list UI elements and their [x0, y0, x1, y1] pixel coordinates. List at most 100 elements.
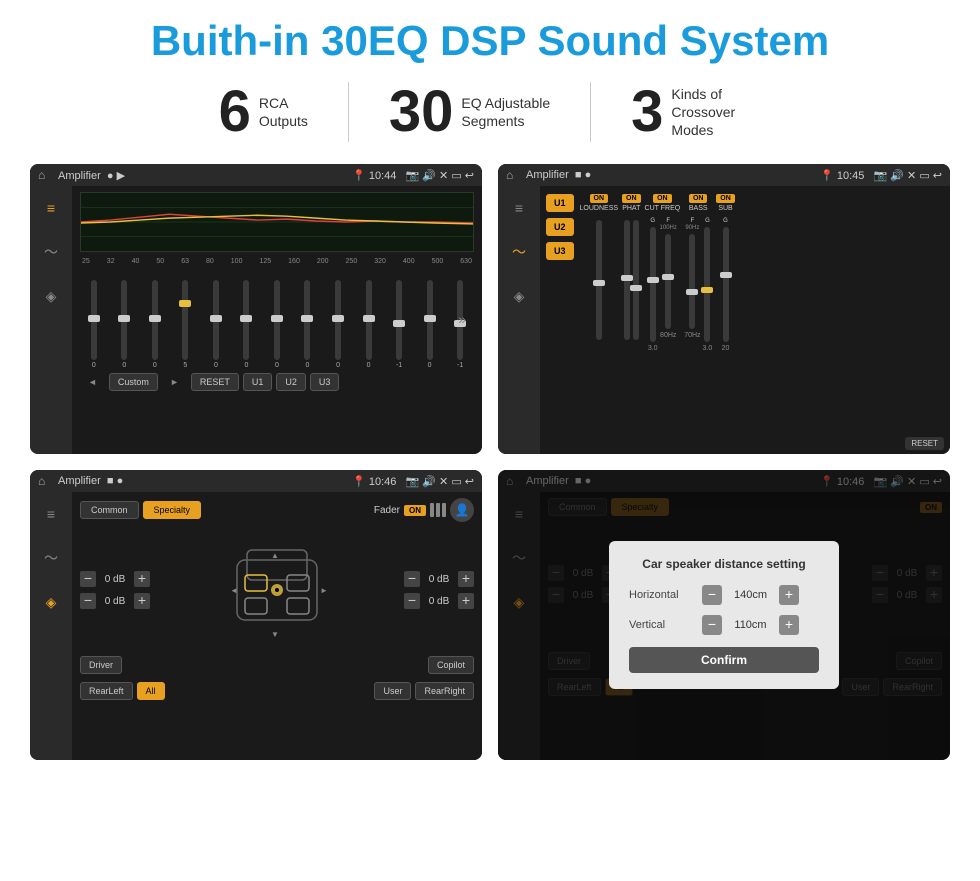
fader-db-control-1: − 0 dB +	[80, 571, 150, 587]
fader-plus-4[interactable]: +	[458, 593, 474, 609]
eq-custom-btn[interactable]: Custom	[109, 373, 158, 391]
amp-bass-label: BASS	[689, 205, 708, 212]
dialog-vertical-value: 110cm	[728, 619, 773, 631]
eq-u2-btn[interactable]: U2	[276, 373, 306, 391]
fader-main-area: Common Specialty Fader ON 👤	[72, 492, 482, 760]
eq-next-btn[interactable]: ►	[162, 374, 187, 390]
amp-u-buttons: U1 U2 U3	[546, 190, 574, 450]
stat-number-eq: 30	[389, 83, 454, 141]
dialog-vertical-row: Vertical − 110cm +	[629, 615, 819, 635]
eq-prev-btn[interactable]: ◄	[80, 374, 105, 390]
amp-reset-btn[interactable]: RESET	[905, 437, 944, 450]
amp-sidebar-wave[interactable]: 〜	[505, 238, 533, 266]
fader-user-btn[interactable]: User	[374, 682, 411, 700]
home-icon: ⌂	[38, 168, 52, 182]
fader-tab-row: Common Specialty Fader ON 👤	[80, 498, 474, 522]
eq-slider-11: 0	[416, 280, 444, 369]
fader-on-badge[interactable]: ON	[404, 505, 426, 516]
dialog-horizontal-plus[interactable]: +	[779, 585, 799, 605]
dialog-horizontal-minus[interactable]: −	[702, 585, 722, 605]
confirm-button[interactable]: Confirm	[629, 647, 819, 673]
page-wrapper: Buith-in 30EQ DSP Sound System 6 RCAOutp…	[0, 0, 980, 770]
eq-slider-5: 0	[233, 280, 261, 369]
fader-plus-3[interactable]: +	[458, 571, 474, 587]
amp-loudness-col: ON LOUDNESS	[580, 194, 619, 342]
eq-slider-2: 0	[141, 280, 169, 369]
amp-sidebar-speaker[interactable]: ◈	[505, 282, 533, 310]
eq-u3-btn[interactable]: U3	[310, 373, 340, 391]
amp-screen-card: ⌂ Amplifier ■ ● 📍 10:45 📷 🔊 ✕ ▭ ↩ ≡ 〜 ◈ …	[498, 164, 950, 454]
amp-phat-on[interactable]: ON	[622, 194, 641, 203]
fader-bottom-buttons: Driver Copilot	[80, 656, 474, 674]
stat-number-crossover: 3	[631, 83, 663, 141]
stat-eq: 30 EQ AdjustableSegments	[349, 83, 590, 141]
eq-sidebar-wave[interactable]: 〜	[37, 238, 65, 266]
fader-right-controls: − 0 dB + − 0 dB +	[404, 571, 474, 609]
amp-left-sidebar: ≡ 〜 ◈	[498, 186, 540, 454]
fader-sidebar-wave[interactable]: 〜	[37, 544, 65, 572]
dialog-vertical-minus[interactable]: −	[702, 615, 722, 635]
fader-db-control-2: − 0 dB +	[80, 593, 150, 609]
fader-common-tab[interactable]: Common	[80, 501, 139, 519]
dialog-horizontal-value: 140cm	[728, 589, 773, 601]
fader-home-icon: ⌂	[38, 474, 52, 488]
eq-reset-btn[interactable]: RESET	[191, 373, 239, 391]
eq-freq-labels: 253240 506380 100125160 200250320 400500…	[80, 258, 474, 265]
stat-rca: 6 RCAOutputs	[179, 83, 348, 141]
dialog-vertical-plus[interactable]: +	[779, 615, 799, 635]
fader-copilot-btn[interactable]: Copilot	[428, 656, 474, 674]
fader-specialty-tab[interactable]: Specialty	[143, 501, 202, 519]
eq-sidebar-equalizer[interactable]: ≡	[37, 194, 65, 222]
dialog-horizontal-row: Horizontal − 140cm +	[629, 585, 819, 605]
amp-cutfreq-col: ON CUT FREQ G 3.0 F	[645, 194, 681, 352]
fader-minus-2[interactable]: −	[80, 593, 96, 609]
svg-text:▲: ▲	[271, 551, 279, 560]
eq-u1-btn[interactable]: U1	[243, 373, 273, 391]
main-title: Buith-in 30EQ DSP Sound System	[30, 18, 950, 64]
amp-loudness-on[interactable]: ON	[590, 194, 609, 203]
eq-slider-8: 0	[324, 280, 352, 369]
eq-slider-9: 0	[355, 280, 383, 369]
amp-sidebar-equalizer[interactable]: ≡	[505, 194, 533, 222]
fader-plus-1[interactable]: +	[134, 571, 150, 587]
fader-settings-icon[interactable]: 👤	[450, 498, 474, 522]
svg-text:►: ►	[320, 586, 328, 595]
amp-sub-on[interactable]: ON	[716, 194, 735, 203]
dialog-title: Car speaker distance setting	[629, 557, 819, 571]
stat-crossover: 3 Kinds ofCrossover Modes	[591, 83, 801, 141]
fader-screen-content: ≡ 〜 ◈ Common Specialty Fader ON	[30, 492, 482, 760]
fader-status-bar: ⌂ Amplifier ■ ● 📍 10:46 📷 🔊 ✕ ▭ ↩	[30, 470, 482, 492]
fader-rearright-btn[interactable]: RearRight	[415, 682, 474, 700]
fader-db-value-1: 0 dB	[100, 574, 130, 585]
fader-minus-3[interactable]: −	[404, 571, 420, 587]
fader-minus-1[interactable]: −	[80, 571, 96, 587]
car-diagram: ▲ ▼ ◄ ►	[158, 530, 396, 650]
amp-cutfreq-on[interactable]: ON	[653, 194, 672, 203]
eq-slider-1: 0	[111, 280, 139, 369]
eq-left-sidebar: ≡ 〜 ◈	[30, 186, 72, 454]
amp-sub-label: SUB	[718, 205, 732, 212]
eq-arrows[interactable]: »	[458, 311, 466, 327]
eq-slider-4: 0	[202, 280, 230, 369]
fader-rearleft-btn[interactable]: RearLeft	[80, 682, 133, 700]
eq-sidebar-speaker[interactable]: ◈	[37, 282, 65, 310]
eq-main-area: 253240 506380 100125160 200250320 400500…	[72, 186, 482, 454]
dialog-overlay: Car speaker distance setting Horizontal …	[498, 470, 950, 760]
fader-db-value-4: 0 dB	[424, 596, 454, 607]
fader-minus-4[interactable]: −	[404, 593, 420, 609]
fader-all-btn[interactable]: All	[137, 682, 165, 700]
distance-dialog: Car speaker distance setting Horizontal …	[609, 541, 839, 689]
amp-home-icon: ⌂	[506, 168, 520, 182]
fader-sidebar-speaker[interactable]: ◈	[37, 588, 65, 616]
amp-bass-col: ON BASS F 90Hz 70Hz	[684, 194, 712, 352]
fader-driver-btn[interactable]: Driver	[80, 656, 122, 674]
amp-bass-on[interactable]: ON	[689, 194, 708, 203]
fader-plus-2[interactable]: +	[134, 593, 150, 609]
eq-slider-10: -1	[385, 280, 413, 369]
stat-label-crossover: Kinds ofCrossover Modes	[671, 85, 761, 140]
amp-u1-btn[interactable]: U1	[546, 194, 574, 212]
amp-u2-btn[interactable]: U2	[546, 218, 574, 236]
amp-u3-btn[interactable]: U3	[546, 242, 574, 260]
fader-sidebar-equalizer[interactable]: ≡	[37, 500, 65, 528]
stat-label-eq: EQ AdjustableSegments	[461, 94, 550, 130]
